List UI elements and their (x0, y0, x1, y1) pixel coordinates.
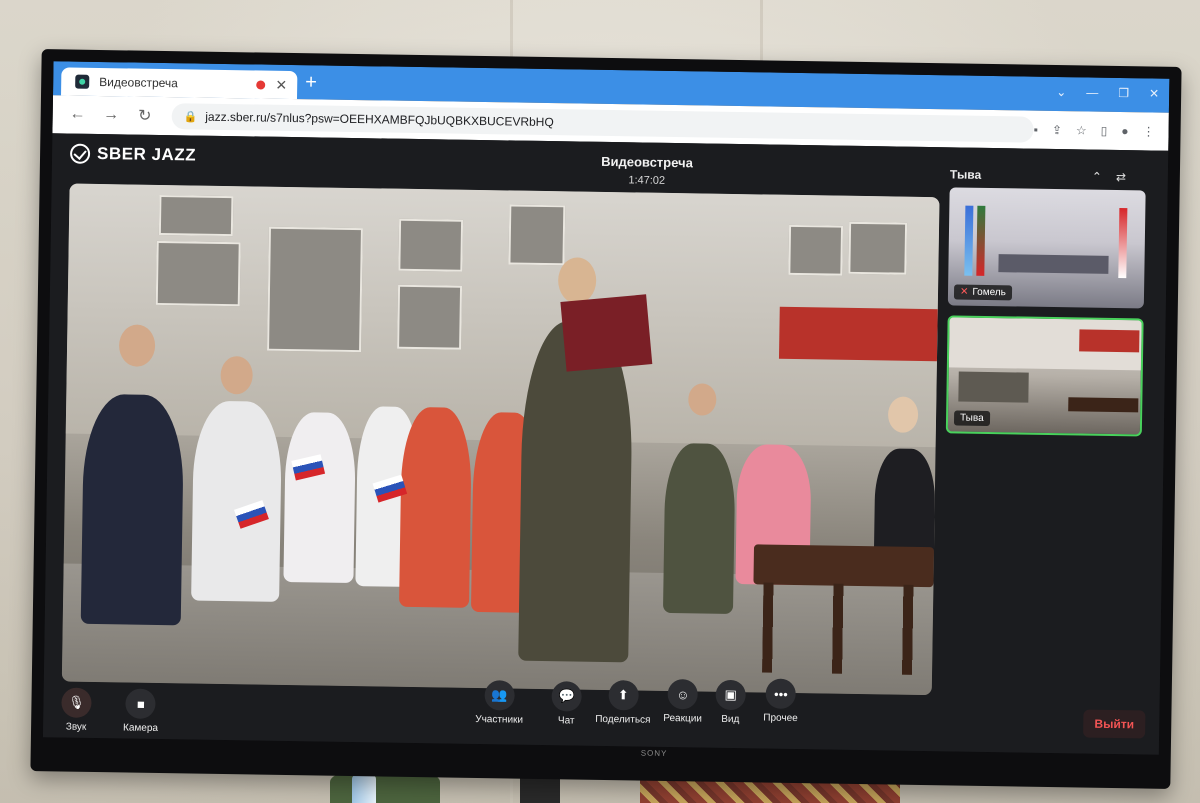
wall-photo (158, 194, 234, 237)
share-label: Поделиться (595, 713, 651, 726)
participant-name: Тыва (959, 412, 984, 424)
browser-tab[interactable]: Видеовстреча ✕ (61, 67, 298, 100)
profile-avatar-icon[interactable]: ● (1121, 124, 1128, 138)
minimize-icon[interactable]: — (1086, 86, 1098, 100)
more-label: Прочее (763, 712, 798, 725)
audience-person (399, 406, 473, 608)
chevron-up-icon[interactable]: ⌃ (1092, 170, 1102, 184)
people-icon: 👥 (484, 680, 515, 711)
window-close-icon[interactable]: ✕ (1149, 86, 1159, 100)
sidebar-icon[interactable]: ▯ (1101, 124, 1108, 138)
meeting-timer: 1:47:02 (628, 174, 666, 187)
bookmark-star-icon[interactable]: ☆ (1076, 123, 1087, 137)
participant-tile[interactable]: ✕ Гомель (947, 187, 1146, 309)
audience-person (80, 393, 185, 626)
switch-layout-icon[interactable]: ⇄ (1116, 170, 1126, 184)
cast-icon[interactable]: ▪ (1034, 123, 1038, 137)
wall-photo (848, 221, 908, 275)
menu-dots-icon[interactable]: ⋮ (1142, 124, 1154, 138)
camera-button[interactable]: ■ Камера (123, 688, 159, 734)
reactions-button[interactable]: ☺ Реакции (663, 679, 702, 725)
tile-flag (1118, 208, 1128, 279)
tile-table (1068, 397, 1139, 413)
browser-actions: ▪ ⇪ ☆ ▯ ● ⋮ (1034, 123, 1155, 139)
wall-photo (397, 284, 463, 350)
wall-photo (398, 218, 464, 272)
sber-logo-icon (69, 143, 91, 164)
view-label: Вид (721, 713, 740, 726)
tab-title: Видеовстреча (99, 74, 179, 91)
speaker-person (518, 320, 634, 663)
lock-icon: 🔒 (183, 110, 198, 124)
monitor-brand: SONY (640, 748, 668, 759)
camera-label: Камера (123, 722, 159, 735)
table-legs (762, 582, 924, 675)
participants-label: Участники (475, 713, 524, 726)
sberjazz-app: SBER JAZZ Видеовстреча 1:47:02 Тыва ⌃ ⇄ (42, 133, 1169, 755)
meeting-title: Видеовстреча (601, 153, 693, 171)
participant-tile-active[interactable]: Тыва (945, 315, 1144, 437)
audience-person (191, 400, 283, 602)
main-video-feed (61, 183, 940, 696)
share-page-icon[interactable]: ⇪ (1052, 123, 1062, 137)
arrow-left-icon[interactable]: ← (69, 106, 87, 124)
side-panel-controls: ⌃ ⇄ (1092, 170, 1126, 185)
participant-label: ✕ Гомель (953, 284, 1013, 301)
sberjazz-favicon-icon (75, 74, 90, 89)
record-dot-icon (256, 79, 266, 90)
wall-banner (778, 306, 938, 362)
screen: Видеовстреча ✕ + ⌄ — ❐ ✕ ← → ↻ 🔒 jazz.sb… (42, 61, 1170, 755)
chat-button[interactable]: 💬 Чат (551, 681, 582, 727)
tile-audience (958, 371, 1029, 403)
audience-person (283, 411, 357, 584)
tile-banner (1079, 329, 1140, 353)
more-button[interactable]: ••• Прочее (763, 678, 798, 725)
url-text: jazz.sber.ru/s7nlus?psw=OEEHXAMBFQJbUQBK… (205, 109, 554, 130)
reload-icon[interactable]: ↻ (136, 106, 154, 126)
presentation-table (753, 544, 935, 588)
mic-off-icon: 🎙 (61, 687, 92, 718)
reactions-label: Реакции (663, 712, 703, 725)
restore-icon[interactable]: ❐ (1118, 86, 1129, 100)
share-button[interactable]: ⬆ Поделиться (595, 680, 651, 726)
participant-name: Гомель (972, 286, 1006, 299)
grid-view-icon: ▣ (715, 679, 746, 711)
tab-search-icon[interactable]: ⌄ (1056, 85, 1066, 99)
participants-button[interactable]: 👥 Участники (475, 680, 523, 726)
water-bottle (352, 775, 376, 803)
wall-photo (788, 224, 844, 276)
window-controls: ⌄ — ❐ ✕ (1056, 85, 1159, 101)
wall-photo (267, 226, 363, 353)
side-panel-title: Тыва (949, 167, 982, 182)
wall-photo (508, 204, 566, 266)
new-tab-button[interactable]: + (305, 71, 317, 93)
chat-label: Чат (557, 715, 575, 727)
sound-label: Звук (65, 721, 87, 733)
audience-person (662, 442, 736, 615)
leave-button[interactable]: Выйти (1083, 709, 1146, 739)
tv-monitor: SONY Видеовстреча ✕ + ⌄ — ❐ ✕ ← → ↻ 🔒 ja… (30, 49, 1182, 789)
camera-icon: ■ (125, 688, 157, 719)
call-toolbar: 🎙 Звук ■ Камера 👥 Участники 💬 Чат ⬆ Поде… (43, 678, 1160, 755)
tile-audience (998, 254, 1109, 274)
arrow-right-icon[interactable]: → (102, 106, 120, 124)
mic-off-icon: ✕ (959, 286, 969, 298)
red-folder (560, 294, 653, 372)
tile-flag (976, 205, 986, 276)
sound-button[interactable]: 🎙 Звук (61, 687, 92, 733)
smiley-icon: ☺ (667, 679, 699, 710)
tile-flag (964, 205, 974, 276)
view-button[interactable]: ▣ Вид (715, 679, 746, 726)
more-dots-icon: ••• (765, 678, 797, 710)
chat-bubble-icon: 💬 (551, 681, 582, 712)
wall-photo (155, 240, 241, 307)
close-icon[interactable]: ✕ (275, 76, 287, 93)
logo-text: SBER JAZZ (96, 143, 197, 165)
participant-label: Тыва (953, 410, 990, 427)
share-screen-icon: ⬆ (608, 680, 639, 711)
sberjazz-logo: SBER JAZZ (69, 143, 197, 166)
